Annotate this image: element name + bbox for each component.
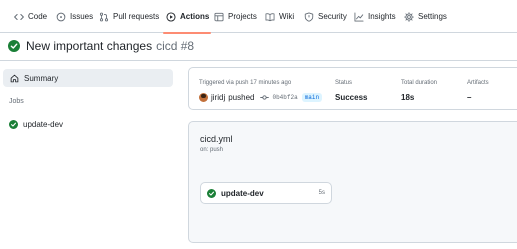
tab-actions-label: Actions xyxy=(180,12,210,21)
tab-actions[interactable]: Actions xyxy=(162,0,212,34)
tab-insights-label: Insights xyxy=(368,12,396,21)
graph-icon xyxy=(353,11,364,22)
tab-issues-label: Issues xyxy=(70,12,94,21)
sidebar-job-label: update-dev xyxy=(23,119,64,129)
gear-icon xyxy=(403,11,414,22)
tab-settings-label: Settings xyxy=(418,12,447,21)
status-label: Status xyxy=(335,80,353,86)
artifacts-value: – xyxy=(467,93,472,102)
commit-icon xyxy=(260,95,270,100)
trigger-label: Triggered via push 17 minutes ago xyxy=(199,80,292,86)
tab-security[interactable]: Security xyxy=(303,0,347,33)
artifacts-label: Artifacts xyxy=(467,80,489,86)
tab-pull-requests-label: Pull requests xyxy=(113,12,160,21)
success-check-icon xyxy=(9,119,18,129)
divider xyxy=(0,60,517,61)
table-icon xyxy=(213,11,224,22)
workflow-job-card[interactable]: update-dev 5s xyxy=(200,182,332,204)
action-text: pushed xyxy=(228,93,255,102)
commit-sha-link[interactable]: 0b4bf2a xyxy=(272,94,297,101)
tab-code-label: Code xyxy=(28,12,48,21)
home-icon xyxy=(10,74,19,82)
play-icon xyxy=(165,11,176,22)
status-value: Success xyxy=(335,93,368,102)
run-title-text: New important changes xyxy=(26,39,153,53)
sidebar-item-summary[interactable]: Summary xyxy=(3,69,173,87)
tab-projects-label: Projects xyxy=(228,12,257,21)
issue-icon xyxy=(55,11,66,22)
sidebar-jobs-heading: Jobs xyxy=(9,98,24,105)
run-workflow-number: cicd #8 xyxy=(156,39,195,53)
duration-label: Total duration xyxy=(401,80,438,86)
trigger-info: jiridj pushed 0b4bf2a main xyxy=(199,93,323,102)
pull-request-icon xyxy=(98,11,109,22)
workflow-file-name[interactable]: cicd.yml xyxy=(200,134,233,144)
workflow-job-duration: 5s xyxy=(318,190,325,196)
tab-wiki[interactable]: Wiki xyxy=(264,0,294,33)
sidebar-item-summary-label: Summary xyxy=(24,73,59,83)
tab-insights[interactable]: Insights xyxy=(353,0,396,33)
workflow-job-name: update-dev xyxy=(221,188,264,198)
avatar[interactable] xyxy=(199,93,208,102)
branch-badge[interactable]: main xyxy=(301,93,323,102)
success-check-icon xyxy=(207,188,216,198)
workflow-graph: cicd.yml on: push update-dev 5s xyxy=(188,121,517,243)
tab-security-label: Security xyxy=(318,12,347,21)
tab-projects[interactable]: Projects xyxy=(213,0,257,33)
tab-code[interactable]: Code xyxy=(13,0,47,33)
tab-settings[interactable]: Settings xyxy=(403,0,447,33)
shield-icon xyxy=(303,11,314,22)
run-title: New important changes cicd #8 xyxy=(8,39,194,53)
tab-pull-requests[interactable]: Pull requests xyxy=(98,0,159,33)
repo-nav: Code Issues Pull requests Actions Projec… xyxy=(0,0,517,34)
workflow-trigger: on: push xyxy=(200,147,224,153)
tab-wiki-label: Wiki xyxy=(279,12,295,21)
duration-value: 18s xyxy=(401,93,415,102)
actor-link[interactable]: jiridj xyxy=(211,93,225,102)
success-check-icon xyxy=(8,40,20,52)
book-icon xyxy=(264,11,275,22)
code-icon xyxy=(13,11,24,22)
tab-issues[interactable]: Issues xyxy=(55,0,93,33)
run-summary-card: Triggered via push 17 minutes ago jiridj… xyxy=(188,67,517,110)
sidebar-item-update-dev[interactable]: update-dev xyxy=(9,118,63,130)
